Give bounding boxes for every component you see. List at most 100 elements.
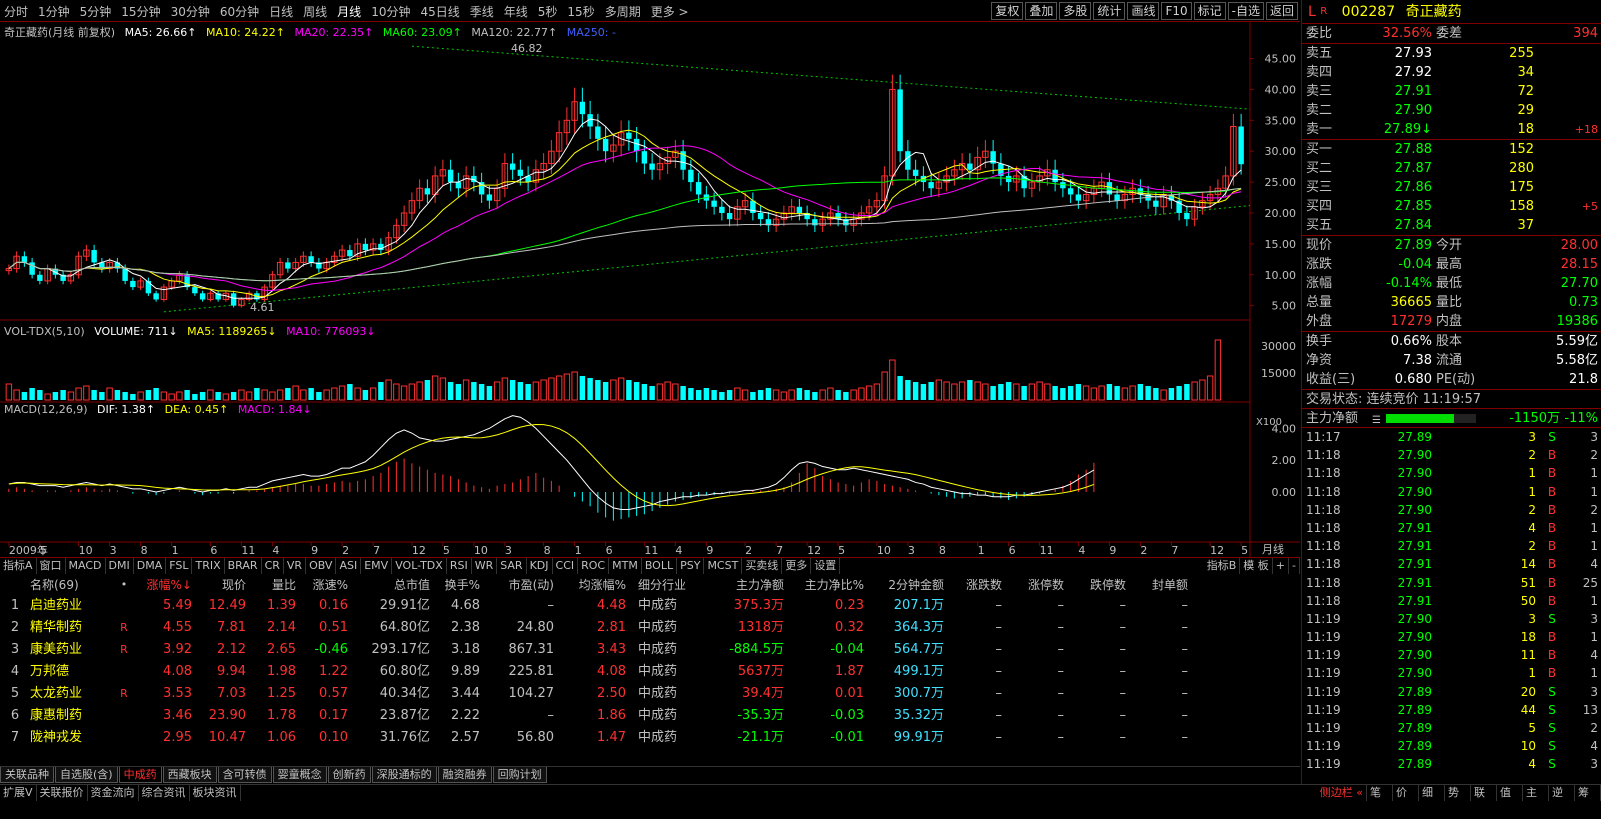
chart-svg[interactable]: 5.0010.0015.0020.0025.0030.0035.0040.004… bbox=[0, 22, 1300, 574]
period-tab[interactable]: 日线 bbox=[269, 3, 293, 20]
indicator-tab[interactable]: PSY bbox=[677, 558, 705, 574]
indicator-tab[interactable]: KDJ bbox=[527, 558, 553, 574]
tool-button[interactable]: 多股 bbox=[1059, 2, 1092, 20]
column-header[interactable]: 涨停数 bbox=[1002, 575, 1064, 595]
stock-row[interactable]: 6 康惠制药 3.46 23.90 1.78 0.17 23.87亿 2.22 – 1.86 中成药… bbox=[0, 705, 1300, 727]
bid-row[interactable]: 买二 27.87 280 bbox=[1302, 159, 1601, 178]
column-header[interactable]: 涨跌数 bbox=[944, 575, 1002, 595]
side-panel-tab[interactable]: 值 bbox=[1497, 785, 1523, 801]
column-header[interactable]: 换手% bbox=[430, 575, 480, 595]
column-header[interactable]: 量比 bbox=[246, 575, 296, 595]
indicator-tab[interactable]: VOL-TDX bbox=[392, 558, 447, 574]
tool-button[interactable]: 统计 bbox=[1093, 2, 1126, 20]
status-tab[interactable]: 关联报价 bbox=[37, 785, 88, 801]
tool-button[interactable]: -自选 bbox=[1227, 2, 1264, 20]
ask-row[interactable]: 卖二 27.90 29 bbox=[1302, 101, 1601, 120]
stock-row[interactable]: 3 康美药业 R 3.92 2.12 2.65 -0.46 293.17亿 3.18 867.31… bbox=[0, 639, 1300, 661]
side-panel-tab[interactable]: 逆 bbox=[1549, 785, 1575, 801]
period-tab[interactable]: 月线 bbox=[337, 3, 361, 20]
kline-chart[interactable]: 5.00 10.00 15.00 20.00 25.00 30.00 35.00 40.00 4… bbox=[0, 22, 1300, 574]
indicator-right-tab[interactable]: 指标B bbox=[1204, 558, 1241, 574]
sector-tab[interactable]: 自选股(含) bbox=[55, 767, 118, 783]
indicator-tab[interactable]: DMI bbox=[106, 558, 134, 574]
period-tab[interactable]: 季线 bbox=[470, 3, 494, 20]
sector-tab[interactable]: 回购计划 bbox=[492, 767, 547, 783]
sector-tab[interactable]: 婴童概念 bbox=[272, 767, 327, 783]
sector-tab[interactable]: 融资融券 bbox=[437, 767, 492, 783]
side-panel-tab[interactable]: 侧边栏 « bbox=[1317, 785, 1367, 801]
sector-tab[interactable]: 深股通标的 bbox=[371, 767, 437, 783]
sector-tab[interactable]: 关联品种 bbox=[0, 767, 54, 783]
stock-row[interactable]: 4 万邦德 4.08 9.94 1.98 1.22 60.80亿 9.89 225.81 4.08… bbox=[0, 661, 1300, 683]
indicator-tab[interactable]: 买卖线 bbox=[742, 558, 783, 574]
indicator-tab[interactable]: FSL bbox=[166, 558, 193, 574]
indicator-tab[interactable]: CR bbox=[262, 558, 284, 574]
indicator-tab[interactable]: DMA bbox=[134, 558, 167, 574]
bid-row[interactable]: 买三 27.86 175 bbox=[1302, 178, 1601, 197]
side-panel-tab[interactable]: 势 bbox=[1445, 785, 1471, 801]
indicator-tab[interactable]: CCI bbox=[553, 558, 579, 574]
indicator-tab[interactable]: MTM bbox=[609, 558, 642, 574]
stock-row[interactable]: 7 陇神戎发 2.95 10.47 1.06 0.10 31.76亿 2.57 56.80 1.4… bbox=[0, 727, 1300, 749]
indicator-tab[interactable]: 窗口 bbox=[37, 558, 66, 574]
status-tab[interactable]: 扩展V bbox=[0, 785, 37, 801]
sector-tab[interactable]: 西藏板块 bbox=[162, 767, 217, 783]
indicator-tab[interactable]: SAR bbox=[497, 558, 527, 574]
indicator-tab[interactable]: TRIX bbox=[192, 558, 225, 574]
side-panel-tab[interactable]: 价 bbox=[1393, 785, 1419, 801]
indicator-tab[interactable]: BRAR bbox=[225, 558, 262, 574]
column-header[interactable]: 主力净额 bbox=[710, 575, 784, 595]
indicator-tab[interactable]: BOLL bbox=[642, 558, 678, 574]
bid-row[interactable]: 买一 27.88 152 bbox=[1302, 140, 1601, 159]
period-tab[interactable]: 分时 bbox=[4, 3, 28, 20]
indicator-right-tab[interactable]: + bbox=[1273, 558, 1290, 574]
status-tab[interactable]: 综合资讯 bbox=[139, 785, 190, 801]
indicator-tab[interactable]: 更多 bbox=[782, 558, 812, 574]
indicator-tab[interactable]: 设置 bbox=[811, 558, 841, 574]
indicator-tab[interactable]: MACD bbox=[66, 558, 106, 574]
ask-row[interactable]: 卖一 27.89↓ 18 +18 bbox=[1302, 120, 1601, 139]
status-tab[interactable]: 资金流向 bbox=[88, 785, 139, 801]
status-tab[interactable]: 板块资讯 bbox=[190, 785, 241, 801]
side-panel-tab[interactable]: 笔 bbox=[1367, 785, 1393, 801]
column-header[interactable]: 均涨幅% bbox=[554, 575, 626, 595]
ask-row[interactable]: 卖三 27.91 72 bbox=[1302, 82, 1601, 101]
column-header[interactable]: 封单额 bbox=[1126, 575, 1188, 595]
period-tab[interactable]: 15秒 bbox=[567, 3, 594, 20]
column-header[interactable]: 名称(69) bbox=[30, 575, 110, 595]
indicator-tab[interactable]: ROC bbox=[578, 558, 610, 574]
indicator-tab[interactable]: OBV bbox=[306, 558, 337, 574]
indicator-tab[interactable]: ASI bbox=[336, 558, 362, 574]
column-header[interactable]: 细分行业 bbox=[626, 575, 710, 595]
period-tab[interactable]: 10分钟 bbox=[371, 3, 410, 20]
period-tab[interactable]: 年线 bbox=[504, 3, 528, 20]
indicator-tab[interactable]: 指标A bbox=[0, 558, 37, 574]
sector-tab[interactable]: 创新药 bbox=[327, 767, 371, 783]
ask-row[interactable]: 卖四 27.92 34 bbox=[1302, 63, 1601, 82]
period-tab[interactable]: 30分钟 bbox=[171, 3, 210, 20]
column-header[interactable]: 跌停数 bbox=[1064, 575, 1126, 595]
indicator-tab[interactable]: MCST bbox=[704, 558, 743, 574]
indicator-right-tab[interactable]: 模 板 bbox=[1240, 558, 1273, 574]
indicator-tab[interactable]: WR bbox=[472, 558, 498, 574]
bid-row[interactable]: 买四 27.85 158 +5 bbox=[1302, 197, 1601, 216]
sector-tab[interactable]: 中成药 bbox=[118, 767, 162, 783]
stock-row[interactable]: 1 启迪药业 5.49 12.49 1.39 0.16 29.91亿 4.68 – 4.48 中成药… bbox=[0, 595, 1300, 617]
tool-button[interactable]: 标记 bbox=[1193, 2, 1226, 20]
column-header[interactable]: 主力净比% bbox=[784, 575, 864, 595]
period-tab[interactable]: 60分钟 bbox=[220, 3, 259, 20]
indicator-tab[interactable]: EMV bbox=[361, 558, 393, 574]
column-header[interactable]: 现价 bbox=[192, 575, 246, 595]
indicator-right-tab[interactable]: - bbox=[1289, 558, 1300, 574]
period-tab[interactable]: 更多 > bbox=[651, 3, 689, 20]
column-header[interactable]: • bbox=[110, 575, 138, 595]
tool-button[interactable]: 画线 bbox=[1127, 2, 1160, 20]
column-header[interactable]: 总市值 bbox=[348, 575, 430, 595]
period-tab[interactable]: 5分钟 bbox=[80, 3, 112, 20]
tool-button[interactable]: 复权 bbox=[991, 2, 1024, 20]
column-header[interactable] bbox=[0, 575, 30, 595]
period-tab[interactable]: 15分钟 bbox=[121, 3, 160, 20]
column-header[interactable]: 市盈(动) bbox=[480, 575, 554, 595]
side-panel-tab[interactable]: 主 bbox=[1523, 785, 1549, 801]
side-panel-tab[interactable]: 细 bbox=[1419, 785, 1445, 801]
